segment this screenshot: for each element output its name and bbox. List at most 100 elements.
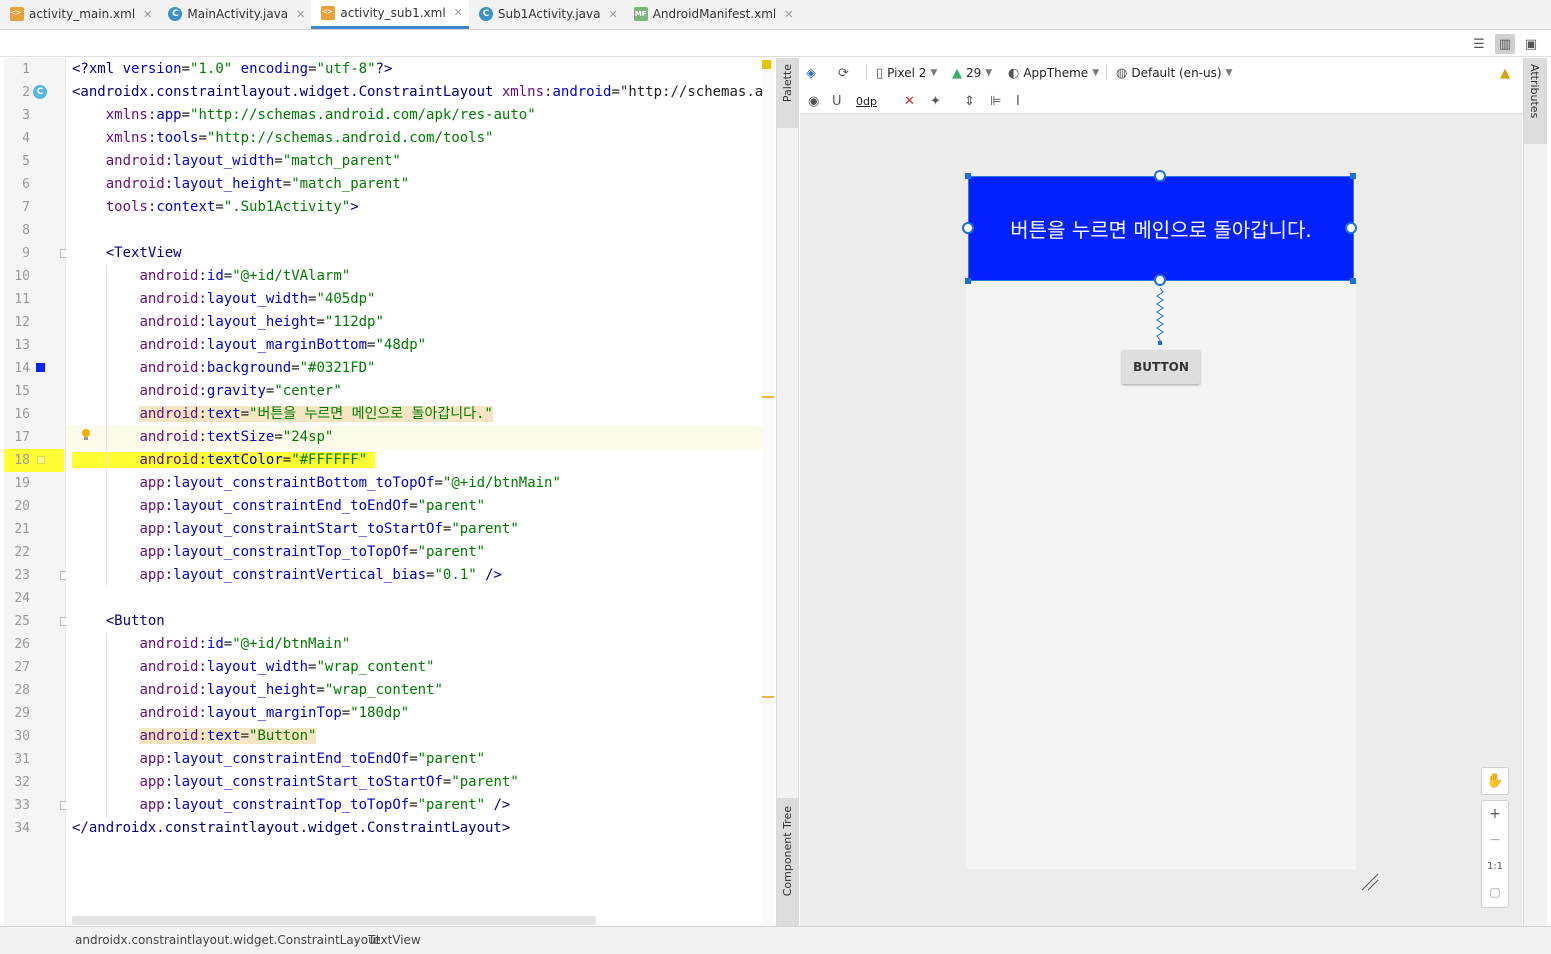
pack-icon[interactable]: ⇕ xyxy=(964,90,979,112)
code-line[interactable]: android:layout_width="wrap_content" xyxy=(72,656,434,679)
code-line[interactable]: app:layout_constraintTop_toTopOf="parent… xyxy=(72,794,510,817)
code-line[interactable]: android:id="@+id/tVAlarm" xyxy=(72,265,350,288)
resize-handle[interactable] xyxy=(1350,173,1356,179)
preview-button-text: BUTTON xyxy=(1133,360,1189,374)
resize-corner-icon[interactable] xyxy=(1360,872,1380,892)
line-number: 12 xyxy=(14,315,30,330)
code-line[interactable]: android:layout_marginTop="180dp" xyxy=(72,702,409,725)
align-icon[interactable]: ⊫ xyxy=(990,90,1005,112)
code-line[interactable]: <Button xyxy=(72,610,165,633)
top-anchor-handle[interactable] xyxy=(1154,170,1166,182)
preview-textview[interactable]: 버튼을 누르면 메인으로 돌아갑니다. xyxy=(968,176,1354,281)
error-stripe[interactable] xyxy=(762,58,774,926)
code-line[interactable]: android:layout_height="wrap_content" xyxy=(72,679,442,702)
attributes-label: Attributes xyxy=(1528,64,1541,119)
code-line[interactable]: tools:context=".Sub1Activity"> xyxy=(72,196,359,219)
line-number: 6 xyxy=(22,177,30,192)
code-line[interactable]: android:gravity="center" xyxy=(72,380,341,403)
design-mode-icon[interactable]: ◈ xyxy=(806,62,820,84)
palette-toggle[interactable]: Palette xyxy=(777,58,799,128)
code-line[interactable]: <TextView xyxy=(72,242,182,265)
line-number: 11 xyxy=(14,292,30,307)
code-line[interactable]: android:background="#0321FD" xyxy=(72,357,375,380)
resize-handle[interactable] xyxy=(1350,278,1356,284)
warning-mark[interactable] xyxy=(762,696,774,698)
inspection-status-icon[interactable] xyxy=(762,60,771,69)
code-line[interactable]: xmlns:tools="http://schemas.android.com/… xyxy=(72,127,494,150)
code-line[interactable]: app:layout_constraintBottom_toTopOf="@+i… xyxy=(72,472,560,495)
start-anchor-handle[interactable] xyxy=(962,222,974,234)
breadcrumb-item-constraintlayout[interactable]: androidx.constraintlayout.widget.Constra… xyxy=(75,933,380,947)
code-line[interactable]: app:layout_constraintVertical_bias="0.1"… xyxy=(72,564,502,587)
tab-sub1activity-java[interactable]: C Sub1Activity.java ✕ xyxy=(469,0,624,29)
code-line[interactable]: android:layout_width="405dp" xyxy=(72,288,375,311)
tab-activity-sub1-xml[interactable]: activity_sub1.xml ✕ xyxy=(311,0,469,29)
color-swatch-white-icon[interactable] xyxy=(37,456,45,464)
close-icon[interactable]: ✕ xyxy=(608,8,617,21)
close-icon[interactable]: ✕ xyxy=(784,8,793,21)
code-line[interactable]: </androidx.constraintlayout.widget.Const… xyxy=(72,817,510,840)
locale-selector[interactable]: ◍ Default (en-us) ▼ xyxy=(1116,62,1232,84)
split-view-icon[interactable]: ▥ xyxy=(1495,34,1515,54)
code-line[interactable]: app:layout_constraintEnd_toEndOf="parent… xyxy=(72,748,485,771)
api-selector[interactable]: ▲ 29 ▼ xyxy=(952,62,992,84)
warning-mark[interactable] xyxy=(762,396,774,398)
theme-selector[interactable]: ◐ AppTheme ▼ xyxy=(1008,62,1099,84)
resize-handle[interactable] xyxy=(965,173,971,179)
code-line[interactable]: app:layout_constraintStart_toStartOf="pa… xyxy=(72,771,518,794)
device-selector[interactable]: ▯ Pixel 2 ▼ xyxy=(876,62,937,84)
tab-label: MainActivity.java xyxy=(187,7,289,21)
code-line[interactable]: android:text="Button" xyxy=(72,725,317,748)
warning-icon[interactable]: ▲ xyxy=(1500,62,1514,84)
code-view-icon[interactable]: ☰ xyxy=(1469,34,1489,54)
zoom-in-button[interactable]: + xyxy=(1482,801,1508,827)
class-marker-icon[interactable]: C xyxy=(33,85,47,99)
code-editor[interactable]: <?xml version="1.0" encoding="utf-8"?> <a… xyxy=(66,58,774,926)
view-options-icon[interactable]: ◉ xyxy=(808,90,823,112)
infer-constraints-icon[interactable]: ✦ xyxy=(930,90,945,112)
tab-activity-main-xml[interactable]: activity_main.xml ✕ xyxy=(0,0,158,29)
code-line[interactable]: app:layout_constraintTop_toTopOf="parent… xyxy=(72,541,485,564)
code-line[interactable]: app:layout_constraintEnd_toEndOf="parent… xyxy=(72,495,485,518)
line-number: 27 xyxy=(14,660,30,675)
breadcrumb-item-textview[interactable]: TextView xyxy=(368,933,421,947)
preview-button[interactable]: BUTTON xyxy=(1122,350,1200,384)
tab-mainactivity-java[interactable]: C MainActivity.java ✕ xyxy=(158,0,311,29)
code-line[interactable]: android:layout_height="112dp" xyxy=(72,311,383,334)
zoom-fit-icon[interactable]: ▢ xyxy=(1482,879,1508,905)
resize-handle[interactable] xyxy=(965,278,971,284)
theme-label: AppTheme xyxy=(1023,66,1089,80)
component-tree-toggle[interactable]: Component Tree xyxy=(777,798,799,926)
clear-constraints-icon[interactable]: ✕ xyxy=(904,90,919,112)
attributes-toggle[interactable]: Attributes xyxy=(1524,58,1547,144)
code-line[interactable]: android:layout_width="match_parent" xyxy=(72,150,401,173)
magnet-icon[interactable]: U xyxy=(832,90,846,112)
code-line[interactable]: android:textColor="#FFFFFF" xyxy=(72,449,376,472)
close-icon[interactable]: ✕ xyxy=(143,8,152,21)
design-view-icon[interactable]: ▣ xyxy=(1521,34,1541,54)
horizontal-scrollbar[interactable] xyxy=(72,916,596,925)
zoom-actual-size-button[interactable]: 1:1 xyxy=(1482,853,1508,879)
code-line[interactable]: android:text="버튼을 누르면 메인으로 돌아갑니다." xyxy=(72,403,493,426)
close-icon[interactable]: ✕ xyxy=(296,8,305,21)
guidelines-icon[interactable]: I xyxy=(1016,90,1024,112)
tab-androidmanifest-xml[interactable]: MF AndroidManifest.xml ✕ xyxy=(624,0,800,29)
default-margin-control[interactable]: 0dp xyxy=(856,90,877,112)
indent-guide xyxy=(106,265,107,587)
close-icon[interactable]: ✕ xyxy=(454,6,463,19)
code-line[interactable]: android:layout_marginBottom="48dp" xyxy=(72,334,426,357)
code-line[interactable]: <androidx.constraintlayout.widget.Constr… xyxy=(72,81,774,104)
code-line[interactable]: android:layout_height="match_parent" xyxy=(72,173,409,196)
zoom-out-button[interactable]: − xyxy=(1482,827,1508,853)
code-line[interactable]: android:id="@+id/btnMain" xyxy=(72,633,350,656)
code-line[interactable]: app:layout_constraintStart_toStartOf="pa… xyxy=(72,518,518,541)
code-line[interactable]: android:textSize="24sp" xyxy=(72,426,333,449)
color-swatch-icon[interactable] xyxy=(36,363,45,372)
code-line[interactable]: <?xml version="1.0" encoding="utf-8"?> xyxy=(72,58,392,81)
orientation-icon[interactable]: ⟳ xyxy=(838,62,853,84)
pan-control[interactable]: ✋ xyxy=(1481,767,1509,795)
code-line[interactable]: xmlns:app="http://schemas.android.com/ap… xyxy=(72,104,536,127)
bottom-anchor-handle[interactable] xyxy=(1154,274,1166,286)
hand-icon[interactable]: ✋ xyxy=(1482,768,1508,794)
end-anchor-handle[interactable] xyxy=(1345,222,1357,234)
